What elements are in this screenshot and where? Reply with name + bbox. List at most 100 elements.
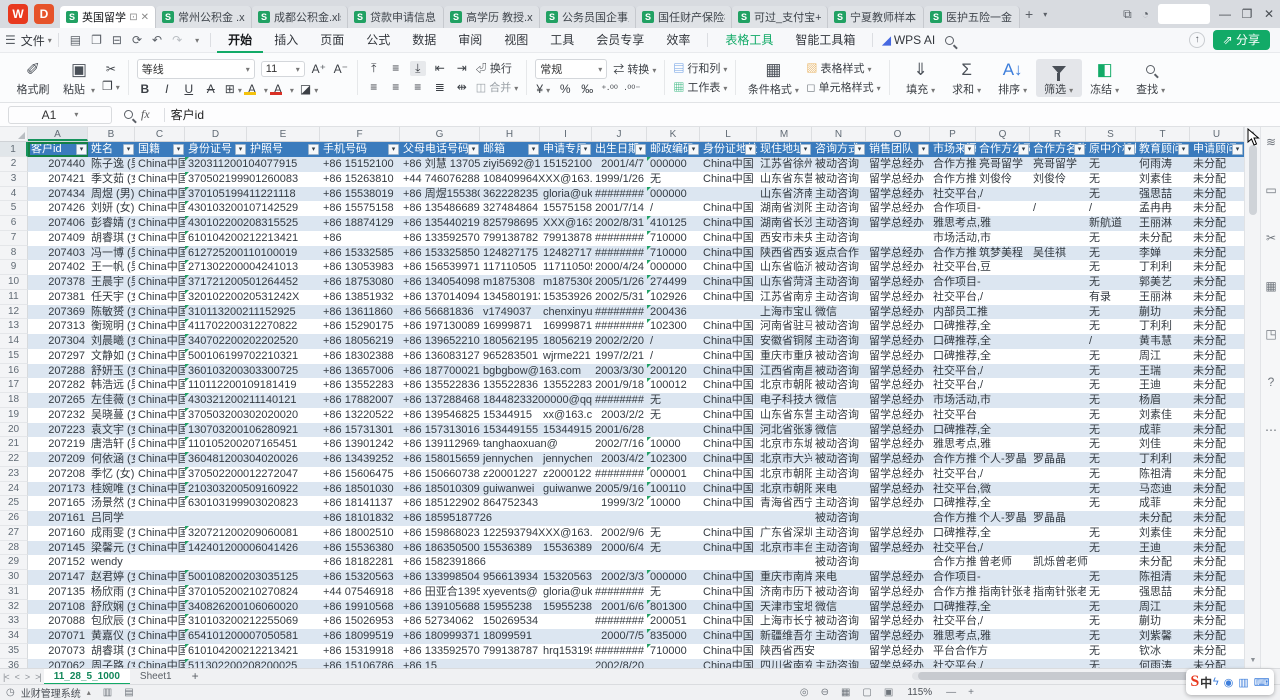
cell-D6[interactable]: 430102200208315525	[185, 216, 320, 231]
cell-N36[interactable]: 主动咨询	[812, 659, 866, 669]
cell-H12[interactable]: v1749037	[480, 305, 540, 320]
cell-N32[interactable]: 微信	[812, 600, 866, 615]
cell-P27[interactable]: 口碑推荐,全	[930, 526, 1086, 541]
cell-G29[interactable]: +86 1582391866	[400, 555, 812, 570]
search-icon[interactable]	[945, 36, 954, 45]
cell-T25[interactable]: 成菲	[1136, 496, 1190, 511]
cell-C31[interactable]: China中国	[135, 585, 185, 600]
cell-B15[interactable]: 文静如 (女	[88, 349, 135, 364]
row-header-27[interactable]: 27	[0, 526, 28, 541]
cell-H28[interactable]: 15536389	[480, 541, 540, 556]
cell-N13[interactable]: 被动咨询	[812, 319, 866, 334]
cell-K12[interactable]: 200436	[647, 305, 757, 320]
column-header-U[interactable]: U	[1190, 127, 1244, 141]
cell-A4[interactable]: 207434	[28, 187, 88, 202]
cell-A14[interactable]: 207304	[28, 334, 88, 349]
cell-M36[interactable]: 四川省南充	[757, 659, 812, 669]
cell-J28[interactable]: 2000/6/4	[592, 541, 647, 556]
cell-K14[interactable]: /	[647, 334, 700, 349]
cell-A33[interactable]: 207088	[28, 614, 88, 629]
cell-T8[interactable]: 李婵	[1136, 246, 1190, 261]
cell-D15[interactable]: 500106199702210321	[185, 349, 320, 364]
cell-A9[interactable]: 207402	[28, 260, 88, 275]
cell-T7[interactable]: 未分配	[1136, 231, 1190, 246]
cell-I19[interactable]: xx@163.c	[540, 408, 592, 423]
cell-B24[interactable]: 桂婉唯 (女	[88, 482, 135, 497]
cell-M24[interactable]: 北京市朝阳	[757, 482, 812, 497]
cell-A35[interactable]: 207073	[28, 644, 88, 659]
cell-F17[interactable]: +86 13552283	[320, 378, 400, 393]
cell-S16[interactable]: 无	[1086, 364, 1136, 379]
cell-L28[interactable]: China中国	[700, 541, 757, 556]
cell-C2[interactable]: China中国	[135, 157, 185, 172]
cell-A7[interactable]: 207409	[28, 231, 88, 246]
cell-K15[interactable]: /	[647, 349, 700, 364]
conditional-format-button[interactable]: ▦ 条件格式▾	[744, 59, 802, 97]
cell-S14[interactable]: /	[1086, 334, 1136, 349]
cell-P8[interactable]: 合作方推荐	[930, 246, 976, 261]
cell-A19[interactable]: 207232	[28, 408, 88, 423]
cell-O14[interactable]: 留学总经办	[866, 334, 930, 349]
cell-H7[interactable]: 799138782	[480, 231, 540, 246]
cell-T3[interactable]: 刘素佳	[1136, 172, 1190, 187]
cell-J15[interactable]: 1997/2/21	[592, 349, 647, 364]
hamburger-icon[interactable]: ☰	[0, 33, 21, 47]
cell-H27[interactable]: 122593794XXX@163.	[480, 526, 592, 541]
cell-M21[interactable]: 北京市东城	[757, 437, 812, 452]
cell-N25[interactable]: 主动咨询	[812, 496, 866, 511]
cell-J12[interactable]: ########	[592, 305, 647, 320]
cell-L20[interactable]: China中国	[700, 423, 757, 438]
cell-F36[interactable]: +86 15106786	[320, 659, 400, 669]
print-icon[interactable]: ⊟	[107, 33, 127, 47]
filter-dropdown-button[interactable]: ▾	[76, 144, 87, 155]
file-tab[interactable]: S宁夏教师样本.xlsx	[828, 6, 924, 28]
cell-I22[interactable]: jennychen	[540, 452, 592, 467]
column-header-E[interactable]: E	[247, 127, 320, 141]
cell-B14[interactable]: 刘晨曦 (女	[88, 334, 135, 349]
wps-logo-icon[interactable]: W	[8, 4, 28, 24]
cell-C7[interactable]: China中国	[135, 231, 185, 246]
cell-C36[interactable]: China中国	[135, 659, 185, 669]
cell-style-button[interactable]: ◻ 单元格样式▾	[806, 79, 880, 95]
insert-function-icon[interactable]: fx	[141, 107, 150, 122]
cell-T5[interactable]: 孟冉冉	[1136, 201, 1190, 216]
cell-M12[interactable]: 上海市宝山	[757, 305, 812, 320]
cell-K2[interactable]: 000000	[647, 157, 700, 172]
cell-U23[interactable]: 未分配	[1190, 467, 1244, 482]
filter-dropdown-button[interactable]: ▾	[528, 144, 539, 155]
cell-M14[interactable]: 安徽省铜陵	[757, 334, 812, 349]
cell-U34[interactable]: 未分配	[1190, 629, 1244, 644]
filter-dropdown-button[interactable]: ▾	[1018, 144, 1029, 155]
cell-O31[interactable]: 留学总经办	[866, 585, 930, 600]
cell-C30[interactable]: China中国	[135, 570, 185, 585]
cell-P18[interactable]: 市场活动,市	[930, 393, 1086, 408]
cell-L25[interactable]: China中国	[700, 496, 757, 511]
cell-O15[interactable]: 留学总经办	[866, 349, 930, 364]
cell-G23[interactable]: +86 1506607386	[400, 467, 480, 482]
redo-icon[interactable]: ↷	[167, 33, 187, 47]
cell-I35[interactable]: hrq153199	[540, 644, 592, 659]
file-tab[interactable]: S成都公积金.xlsx	[252, 6, 348, 28]
cell-N34[interactable]: 主动咨询	[812, 629, 866, 644]
cell-M16[interactable]: 江西省南昌	[757, 364, 812, 379]
cell-B10[interactable]: 王晨宇 (男	[88, 275, 135, 290]
cell-H10[interactable]: m1875308	[480, 275, 540, 290]
filter-dropdown-button[interactable]: ▾	[1232, 144, 1243, 155]
filter-dropdown-button[interactable]: ▾	[173, 144, 184, 155]
clip-icon[interactable]: ✂	[1261, 223, 1280, 271]
row-header-15[interactable]: 15	[0, 349, 28, 364]
file-tab[interactable]: S贷款申请信息.xlsx	[348, 6, 444, 28]
cell-G34[interactable]: +86 1809993716	[400, 629, 480, 644]
decrease-indent-button[interactable]: ⇤	[432, 61, 448, 75]
underline-button[interactable]: U	[181, 82, 197, 96]
menu-tab-开始[interactable]: 开始	[217, 28, 263, 53]
cell-T18[interactable]: 杨眉	[1136, 393, 1190, 408]
filter-dropdown-button[interactable]: ▾	[468, 144, 479, 155]
cell-C14[interactable]: China中国	[135, 334, 185, 349]
cell-U24[interactable]: 未分配	[1190, 482, 1244, 497]
cell-N3[interactable]: 被动咨询	[812, 172, 866, 187]
convert-button[interactable]: ⇄ 转换▾	[613, 61, 656, 77]
cell-F29[interactable]: +86 18182281	[320, 555, 400, 570]
new-tab-button[interactable]: +	[1020, 6, 1038, 22]
cell-P3[interactable]: 合作方推荐	[930, 172, 976, 187]
